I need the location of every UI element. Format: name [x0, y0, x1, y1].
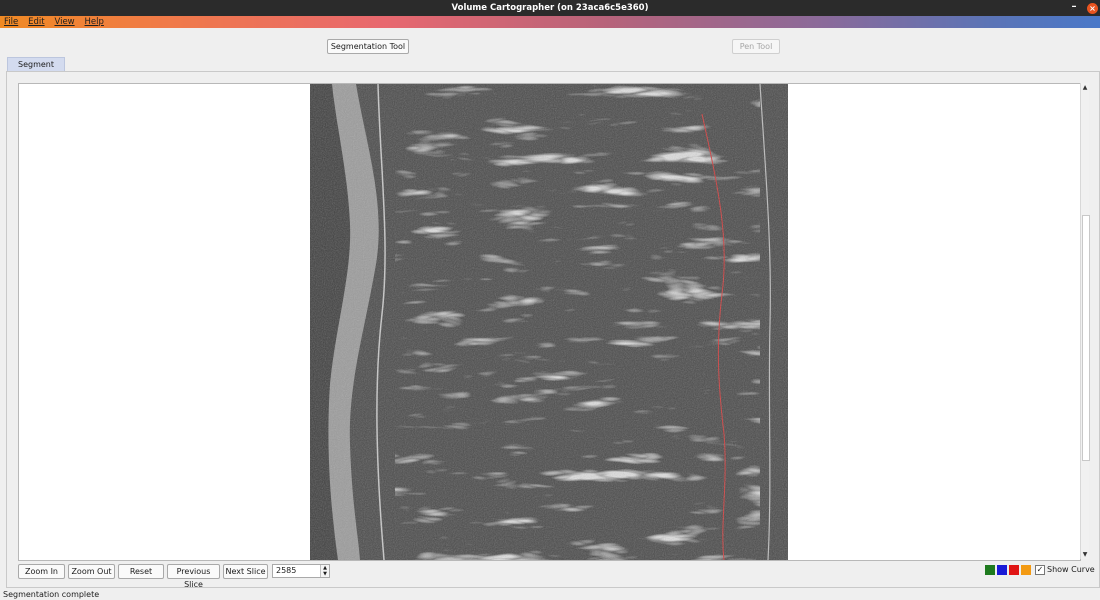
- status-bar-text: Segmentation complete: [3, 590, 100, 599]
- color-swatch-red[interactable]: [1009, 565, 1019, 575]
- zoom-in-button[interactable]: Zoom In: [18, 564, 65, 579]
- previous-slice-button[interactable]: Previous Slice: [167, 564, 220, 589]
- color-swatch-orange[interactable]: [1021, 565, 1031, 575]
- tab-segment[interactable]: Segment: [7, 57, 65, 72]
- segmentation-tool-button[interactable]: Segmentation Tool: [327, 39, 409, 54]
- menu-bar: File Edit View Help: [0, 16, 1100, 28]
- slice-viewer[interactable]: [18, 83, 1081, 561]
- next-slice-button[interactable]: Next Slice: [223, 564, 268, 579]
- slice-value[interactable]: 2585: [276, 565, 296, 577]
- color-swatch-blue[interactable]: [997, 565, 1007, 575]
- vertical-scrollbar[interactable]: ▲ ▼: [1080, 83, 1090, 559]
- pen-tool-button[interactable]: Pen Tool: [732, 39, 780, 54]
- menu-view[interactable]: View: [54, 16, 74, 28]
- spin-arrows-icon[interactable]: ▲ ▼: [320, 565, 329, 577]
- show-curve-checkbox[interactable]: ✓: [1035, 565, 1045, 575]
- slice-spinbox[interactable]: 2585 ▲ ▼: [272, 564, 330, 578]
- scroll-down-icon[interactable]: ▼: [1081, 551, 1089, 558]
- menu-edit[interactable]: Edit: [28, 16, 44, 28]
- zoom-out-button[interactable]: Zoom Out: [68, 564, 115, 579]
- menu-help[interactable]: Help: [85, 16, 104, 28]
- show-curve-label: Show Curve: [1047, 565, 1095, 574]
- menu-file[interactable]: File: [4, 16, 18, 28]
- volume-slice-svg: [310, 84, 788, 560]
- title-bar: Volume Cartographer (on 23aca6c5e360) – …: [0, 0, 1100, 16]
- color-swatch-green[interactable]: [985, 565, 995, 575]
- minimize-icon[interactable]: –: [1068, 1, 1080, 12]
- scrollbar-thumb[interactable]: [1082, 215, 1090, 461]
- close-icon[interactable]: ×: [1087, 3, 1098, 14]
- window-title: Volume Cartographer (on 23aca6c5e360): [451, 3, 649, 13]
- scroll-up-icon[interactable]: ▲: [1081, 84, 1089, 91]
- volume-slice-image[interactable]: [310, 84, 788, 560]
- reset-button[interactable]: Reset: [118, 564, 164, 579]
